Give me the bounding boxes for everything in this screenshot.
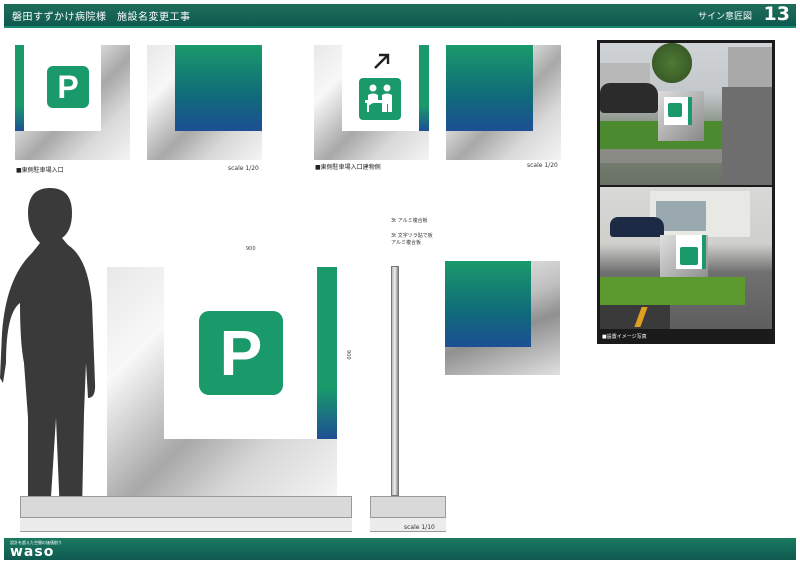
sign-back-panel-2: [446, 45, 533, 131]
sign-front-view-1: P: [15, 45, 130, 160]
sign-front-view-2: [314, 45, 429, 160]
header-bar: 磐田すずかけ病院様 施設名変更工事 サイン意匠図 13: [4, 3, 796, 26]
photo-caption: ■設置イメージ写真: [602, 334, 647, 340]
photo-top: [600, 43, 772, 185]
reception-icon: [359, 78, 401, 120]
person-silhouette-icon: [0, 188, 96, 515]
sign-detail-back: [445, 261, 560, 375]
section-title: サイン意匠図: [697, 12, 752, 22]
sign-panel-2: [342, 45, 419, 131]
material-note-1: 3t アルミ複合板: [391, 218, 428, 224]
height-dimension: 900: [345, 350, 351, 360]
caption-east-parking: ■東側駐車場入口: [16, 167, 64, 174]
footer-bar: 設計を超えた空間の価値創り waso: [4, 538, 796, 560]
parking-icon: P: [47, 66, 89, 108]
sign-detail-back-panel: [445, 261, 531, 347]
company-logo: waso: [10, 544, 55, 560]
scale-label-1: scale 1/20: [228, 165, 259, 172]
sign-base: [20, 496, 352, 518]
sign-side-section: [391, 266, 399, 496]
photo-bottom: [600, 187, 772, 329]
material-note-2: 3t 文字ツラ貼で板: [391, 233, 433, 239]
sign-side-strip: [15, 45, 24, 131]
scale-label-3: scale 1/10: [404, 524, 435, 531]
sign-detail-strip: [317, 267, 337, 439]
header-divider: [4, 26, 796, 28]
sign-back-view-1: [147, 45, 262, 160]
sign-back-panel: [175, 45, 262, 131]
side-base: [370, 496, 446, 518]
sign-panel: P: [24, 45, 101, 131]
scale-label-2: scale 1/20: [527, 162, 558, 169]
sign-back-view-2: [446, 45, 561, 160]
material-note-3: アルミ複合板: [391, 240, 421, 246]
sign-detail-panel: P: [164, 267, 317, 439]
sign-detail-front: P: [107, 267, 337, 496]
ground-line: [20, 518, 352, 532]
parking-icon-large: P: [199, 311, 283, 395]
sign-side-strip-2: [419, 45, 429, 131]
width-dimension: 900: [246, 246, 256, 252]
caption-building-side: ■東側駐車場入口建物側: [315, 164, 381, 171]
installation-photo-frame: ■設置イメージ写真: [597, 40, 775, 344]
page-number: 13: [763, 3, 790, 25]
arrow-up-right-icon: [374, 53, 390, 69]
project-title: 磐田すずかけ病院様 施設名変更工事: [12, 12, 191, 23]
